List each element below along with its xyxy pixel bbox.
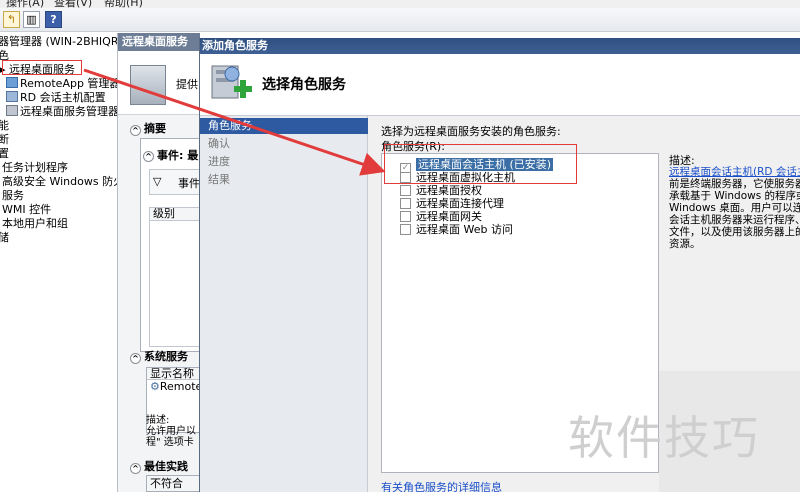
watermark-text: 软件技巧 bbox=[568, 411, 760, 465]
